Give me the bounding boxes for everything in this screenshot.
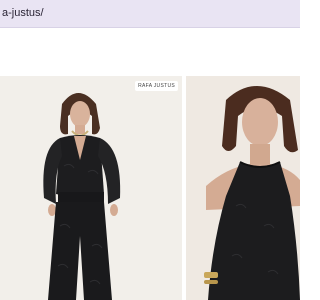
browser-address-bar[interactable]: a-justus/: [0, 0, 300, 28]
page-header-space: [0, 28, 300, 76]
address-url-text: a-justus/: [2, 7, 44, 19]
product-card[interactable]: RAFA JUSTUS: [0, 76, 182, 300]
product-card[interactable]: [186, 76, 300, 300]
brand-badge: RAFA JUSTUS: [135, 81, 178, 91]
product-image: [43, 93, 121, 300]
product-image: [204, 86, 300, 300]
